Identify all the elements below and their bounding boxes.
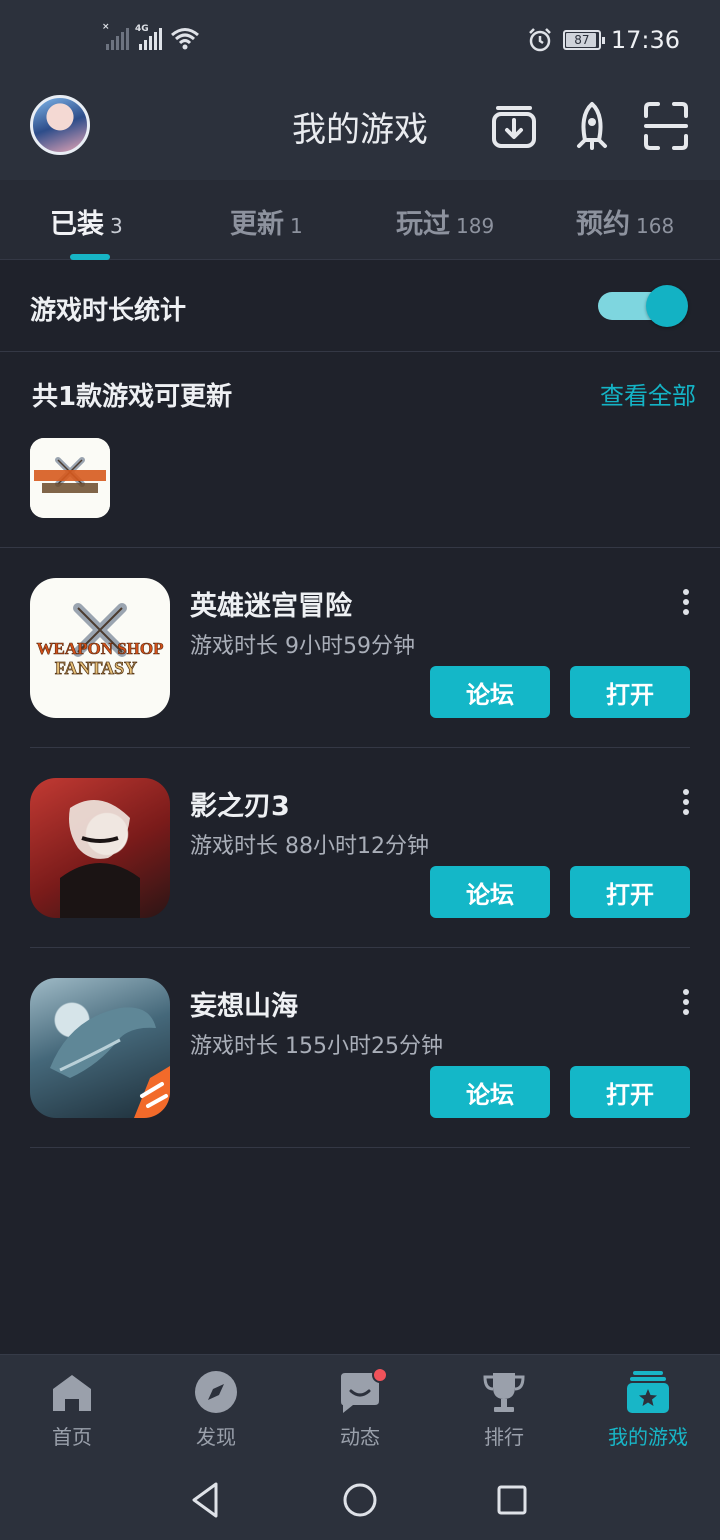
game-name: 影之刃3 bbox=[190, 791, 290, 822]
toggle-knob bbox=[646, 285, 688, 327]
game-icon[interactable] bbox=[30, 778, 170, 918]
logo-text-top: WEAPON SHOP bbox=[36, 639, 163, 658]
open-button[interactable]: 打开 bbox=[570, 866, 690, 918]
game-item[interactable]: 妄想山海 游戏时长 155小时25分钟 论坛 打开 bbox=[30, 948, 690, 1148]
weapon-shop-logo-icon: WEAPON SHOP FANTASY bbox=[36, 603, 164, 678]
whale-artwork-icon bbox=[50, 1007, 170, 1118]
wifi-icon bbox=[171, 28, 199, 50]
avatar[interactable] bbox=[30, 95, 90, 155]
status-signal-group: × 4G bbox=[102, 22, 200, 50]
compass-icon bbox=[195, 1371, 237, 1413]
game-playtime: 游戏时长 155小时25分钟 bbox=[190, 1034, 443, 1059]
game-playtime: 游戏时长 9小时59分钟 bbox=[190, 634, 415, 659]
playtime-stats-label: 游戏时长统计 bbox=[30, 296, 187, 326]
sim2-signal-icon: 4G bbox=[135, 24, 162, 50]
back-icon[interactable] bbox=[186, 1480, 226, 1520]
tab-played[interactable]: 玩过 189 bbox=[396, 202, 494, 241]
notification-badge bbox=[372, 1367, 388, 1383]
open-button[interactable]: 打开 bbox=[570, 1066, 690, 1118]
open-button[interactable]: 打开 bbox=[570, 666, 690, 718]
nav-item-ranking[interactable]: 排行 bbox=[432, 1369, 576, 1450]
game-icon[interactable]: WEAPON SHOP FANTASY bbox=[30, 578, 170, 718]
tab-updates[interactable]: 更新 1 bbox=[230, 202, 303, 241]
more-options-icon[interactable] bbox=[682, 988, 690, 1016]
ninja-character-icon bbox=[60, 800, 140, 918]
home-circle-icon[interactable] bbox=[340, 1480, 380, 1520]
battery-level: 87 bbox=[574, 33, 590, 47]
nav-item-home[interactable]: 首页 bbox=[0, 1369, 144, 1450]
rocket-icon[interactable] bbox=[568, 100, 616, 152]
battery-icon: 87 bbox=[562, 30, 605, 50]
update-count-title: 共1款游戏可更新 bbox=[32, 382, 233, 412]
clock: 17:36 bbox=[610, 26, 680, 54]
weapon-shop-logo-icon bbox=[30, 438, 110, 518]
update-game-icon[interactable] bbox=[30, 438, 110, 518]
status-right-group: 87 17:36 bbox=[527, 26, 680, 54]
forum-button[interactable]: 论坛 bbox=[430, 866, 550, 918]
game-name: 妄想山海 bbox=[190, 991, 298, 1022]
more-options-icon[interactable] bbox=[682, 788, 690, 816]
download-manager-icon[interactable] bbox=[490, 100, 538, 152]
sim1-signal-icon: × bbox=[102, 22, 129, 50]
tab-bar: 已装 3 更新 1 玩过 189 预约 168 bbox=[0, 180, 720, 260]
tab-installed[interactable]: 已装 3 bbox=[50, 202, 123, 241]
status-bar: × 4G 87 17:36 bbox=[0, 0, 720, 82]
game-name: 英雄迷宫冒险 bbox=[190, 591, 352, 622]
game-item[interactable]: WEAPON SHOP FANTASY 英雄迷宫冒险 游戏时长 9小时59分钟 … bbox=[30, 548, 690, 748]
trophy-icon bbox=[483, 1373, 525, 1412]
scan-icon[interactable] bbox=[642, 100, 690, 152]
system-nav-bar bbox=[0, 1462, 720, 1540]
game-library-icon bbox=[627, 1371, 669, 1413]
view-all-link[interactable]: 查看全部 bbox=[600, 376, 696, 411]
tab-reserved[interactable]: 预约 168 bbox=[576, 202, 674, 241]
forum-button[interactable]: 论坛 bbox=[430, 666, 550, 718]
forum-button[interactable]: 论坛 bbox=[430, 1066, 550, 1118]
game-item[interactable]: 影之刃3 游戏时长 88小时12分钟 论坛 打开 bbox=[30, 748, 690, 948]
nav-item-feed[interactable]: 动态 bbox=[288, 1367, 432, 1450]
recent-apps-icon[interactable] bbox=[492, 1480, 532, 1520]
game-playtime: 游戏时长 88小时12分钟 bbox=[190, 834, 429, 859]
game-icon[interactable] bbox=[30, 978, 170, 1118]
bottom-nav: 首页 发现 动态 排行 我的游戏 bbox=[0, 1354, 720, 1462]
home-icon bbox=[53, 1375, 91, 1411]
page-title: 我的游戏 bbox=[292, 110, 428, 150]
playtime-stats-row: 游戏时长统计 bbox=[0, 260, 720, 352]
nav-item-my-games[interactable]: 我的游戏 bbox=[576, 1369, 720, 1450]
app-bar: 我的游戏 bbox=[0, 82, 720, 180]
logo-text-bottom: FANTASY bbox=[55, 658, 137, 678]
update-section: 共1款游戏可更新 查看全部 bbox=[0, 352, 720, 548]
more-options-icon[interactable] bbox=[682, 588, 690, 616]
playtime-stats-toggle[interactable] bbox=[598, 285, 688, 327]
alarm-icon bbox=[528, 28, 551, 52]
nav-item-discover[interactable]: 发现 bbox=[144, 1369, 288, 1450]
